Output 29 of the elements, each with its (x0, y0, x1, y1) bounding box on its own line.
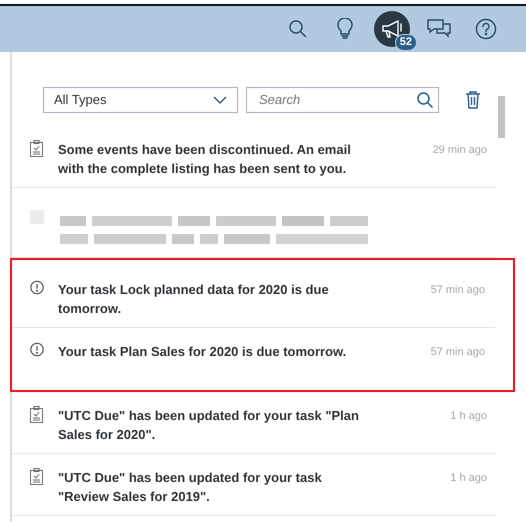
search-icon (416, 90, 434, 108)
notification-time: 29 min ago (432, 143, 488, 158)
scrollbar-thumb[interactable] (498, 96, 505, 138)
chat-icon (426, 18, 452, 40)
notification-message[interactable]: "UTC Due" has been updated for your task "Review Sales for 2019". (58, 468, 375, 515)
notification-time: 57 min ago (430, 283, 486, 298)
delete-button[interactable] (465, 90, 481, 108)
search-field[interactable]: Search (246, 86, 439, 112)
notification-time: 1 h ago (450, 471, 488, 486)
search-icon (288, 19, 308, 39)
notification-time: 1 h ago (450, 409, 488, 424)
notification-message[interactable]: Some events have been discontinued. An email with the complete listing has been sent to you. (58, 140, 375, 187)
notification-time: 57 min ago (430, 345, 486, 360)
exclamation-circle-icon (30, 280, 44, 295)
clipboard-icon (30, 468, 43, 485)
count-badge: 52 (394, 34, 417, 51)
notification-message[interactable]: Your task Lock planned data for 2020 is due tomorrow. (58, 280, 375, 327)
clipboard-icon (30, 140, 43, 157)
trash-icon (465, 90, 481, 108)
notification-message[interactable]: "UTC Due" has been updated for your task "Plan Sales for 2020". (58, 406, 375, 453)
megaphone-button[interactable] (374, 11, 410, 47)
megaphone-icon (381, 19, 403, 39)
type-dropdown[interactable]: All Types (43, 86, 238, 112)
notification-message[interactable]: Your task Plan Sales for 2020 is due tomorrow. (58, 342, 375, 390)
chevron-down-icon (213, 96, 227, 104)
lightbulb-icon (335, 18, 355, 40)
exclamation-circle-icon (30, 342, 44, 357)
help-icon (475, 18, 497, 40)
clipboard-icon (30, 406, 43, 423)
